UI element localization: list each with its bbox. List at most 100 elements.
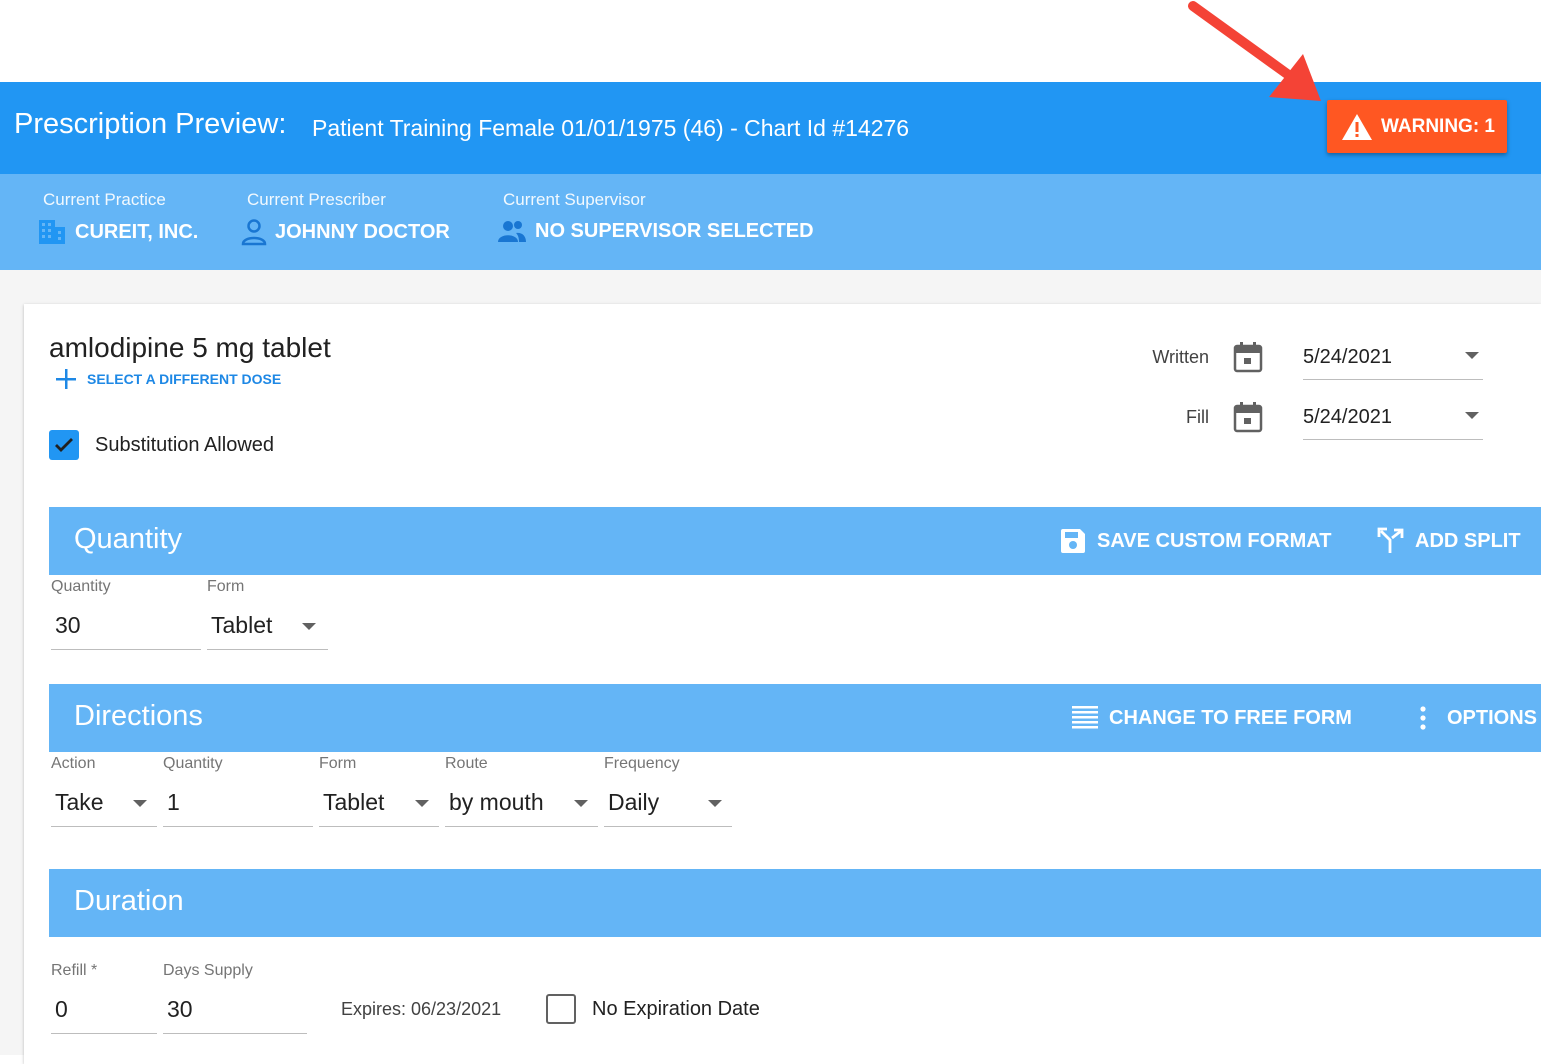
plus-icon bbox=[56, 369, 76, 389]
building-icon bbox=[39, 220, 65, 244]
days-supply-field[interactable]: Days Supply 30 bbox=[163, 962, 307, 1034]
supervisor-name: NO SUPERVISOR SELECTED bbox=[535, 219, 814, 242]
form-select-value: Tablet bbox=[211, 612, 273, 638]
practice-name: CUREIT, INC. bbox=[75, 220, 199, 243]
save-custom-format-label: SAVE CUSTOM FORMAT bbox=[1097, 529, 1332, 552]
written-date-row: Written 5/24/2021 bbox=[1119, 334, 1483, 380]
directions-form-select[interactable]: Tablet bbox=[319, 781, 439, 827]
days-supply-input[interactable]: 30 bbox=[163, 988, 307, 1034]
written-date-select[interactable]: 5/24/2021 bbox=[1303, 334, 1483, 380]
current-practice-label: Current Practice bbox=[43, 190, 166, 209]
select-different-dose-link[interactable]: SELECT A DIFFERENT DOSE bbox=[55, 368, 281, 390]
no-expiration-date[interactable]: No Expiration Date bbox=[546, 994, 760, 1024]
people-icon bbox=[498, 221, 526, 242]
fill-date-value: 5/24/2021 bbox=[1303, 406, 1392, 428]
chevron-down-icon bbox=[302, 623, 316, 630]
warning-label: WARNING: 1 bbox=[1381, 115, 1495, 137]
chevron-down-icon bbox=[1465, 352, 1479, 359]
directions-section-title: Directions bbox=[74, 700, 203, 732]
frequency-value: Daily bbox=[608, 789, 660, 815]
change-to-free-form-button[interactable]: CHANGE TO FREE FORM bbox=[1071, 684, 1352, 752]
form-field[interactable]: Form Tablet bbox=[207, 578, 328, 650]
written-label: Written bbox=[1152, 346, 1209, 367]
add-split-label: ADD SPLIT bbox=[1415, 529, 1521, 552]
fill-date-select[interactable]: 5/24/2021 bbox=[1303, 394, 1483, 440]
directions-form-label: Form bbox=[319, 755, 357, 772]
fill-date-row: Fill 5/24/2021 bbox=[1119, 394, 1483, 440]
chevron-down-icon bbox=[708, 800, 722, 807]
chevron-down-icon bbox=[415, 800, 429, 807]
refill-input[interactable]: 0 bbox=[51, 988, 157, 1034]
substitution-allowed[interactable]: Substitution Allowed bbox=[49, 430, 274, 460]
current-prescriber-value[interactable]: JOHNNY DOCTOR bbox=[241, 218, 450, 246]
select-different-dose-label: SELECT A DIFFERENT DOSE bbox=[87, 371, 282, 387]
split-icon bbox=[1377, 527, 1404, 553]
calendar-icon[interactable] bbox=[1233, 401, 1263, 433]
frequency-label: Frequency bbox=[604, 755, 680, 772]
check-icon bbox=[55, 438, 73, 452]
quantity-field[interactable]: Quantity 30 bbox=[51, 578, 201, 650]
chevron-down-icon bbox=[1465, 412, 1479, 419]
duration-section-title: Duration bbox=[74, 885, 184, 917]
quantity-section-title: Quantity bbox=[74, 523, 182, 555]
written-date-value: 5/24/2021 bbox=[1303, 346, 1392, 368]
current-practice: Current Practice CUREIT, INC. bbox=[39, 190, 198, 246]
action-select[interactable]: Take bbox=[51, 781, 157, 827]
form-field-label: Form bbox=[207, 578, 245, 595]
days-supply-label: Days Supply bbox=[163, 962, 253, 979]
current-supervisor: Current Supervisor NO SUPERVISOR SELECTE… bbox=[498, 190, 814, 244]
substitution-checkbox[interactable] bbox=[49, 430, 79, 460]
current-prescriber: Current Prescriber JOHNNY DOCTOR bbox=[241, 190, 450, 246]
warning-button[interactable]: WARNING: 1 bbox=[1327, 100, 1507, 153]
add-split-button[interactable]: ADD SPLIT bbox=[1377, 507, 1521, 575]
directions-form-value: Tablet bbox=[323, 789, 385, 815]
current-supervisor-label: Current Supervisor bbox=[503, 190, 646, 209]
calendar-icon[interactable] bbox=[1233, 341, 1263, 373]
options-button[interactable]: OPTIONS bbox=[1415, 684, 1537, 752]
frequency-select[interactable]: Daily bbox=[604, 781, 732, 827]
action-field[interactable]: Action Take bbox=[51, 755, 157, 827]
text-lines-icon bbox=[1072, 706, 1098, 729]
page-body: amlodipine 5 mg tablet SELECT A DIFFEREN… bbox=[0, 270, 1541, 1064]
directions-quantity-field[interactable]: Quantity 1 bbox=[163, 755, 313, 827]
directions-quantity-label: Quantity bbox=[163, 755, 223, 772]
change-to-free-form-label: CHANGE TO FREE FORM bbox=[1109, 706, 1352, 729]
current-supervisor-value[interactable]: NO SUPERVISOR SELECTED bbox=[497, 218, 814, 244]
current-prescriber-label: Current Prescriber bbox=[247, 190, 386, 209]
top-whitespace bbox=[0, 0, 1541, 82]
route-select[interactable]: by mouth bbox=[445, 781, 598, 827]
action-select-value: Take bbox=[55, 789, 104, 815]
route-label: Route bbox=[445, 755, 488, 772]
page-title: Prescription Preview: bbox=[14, 108, 287, 140]
chevron-down-icon bbox=[133, 800, 147, 807]
prescription-card: amlodipine 5 mg tablet SELECT A DIFFEREN… bbox=[24, 304, 1541, 1064]
refill-field[interactable]: Refill * 0 bbox=[51, 962, 157, 1034]
context-bar: Current Practice CUREIT, INC. Current Pr… bbox=[0, 174, 1541, 270]
directions-section-header: Directions CHANGE TO FREE FORM OPTIONS bbox=[49, 684, 1541, 752]
form-select[interactable]: Tablet bbox=[207, 604, 328, 650]
directions-form-field[interactable]: Form Tablet bbox=[319, 755, 439, 827]
frequency-field[interactable]: Frequency Daily bbox=[604, 755, 732, 827]
no-expiration-label: No Expiration Date bbox=[592, 997, 760, 1020]
current-practice-value[interactable]: CUREIT, INC. bbox=[37, 218, 198, 246]
route-value: by mouth bbox=[449, 789, 544, 815]
person-icon bbox=[241, 219, 267, 246]
patient-info: Patient Training Female 01/01/1975 (46) … bbox=[312, 115, 910, 141]
prescriber-name: JOHNNY DOCTOR bbox=[275, 220, 450, 243]
no-expiration-checkbox[interactable] bbox=[546, 994, 576, 1024]
action-field-label: Action bbox=[51, 755, 96, 772]
directions-quantity-input[interactable]: 1 bbox=[163, 781, 313, 827]
quantity-field-label: Quantity bbox=[51, 578, 111, 595]
save-icon bbox=[1061, 529, 1085, 553]
save-custom-format-button[interactable]: SAVE CUSTOM FORMAT bbox=[1059, 507, 1331, 575]
quantity-section-header: Quantity SAVE CUSTOM FORMAT ADD SPLIT bbox=[49, 507, 1541, 575]
drug-name: amlodipine 5 mg tablet bbox=[49, 332, 331, 363]
options-label: OPTIONS bbox=[1447, 706, 1538, 729]
fill-label: Fill bbox=[1186, 406, 1209, 427]
quantity-input[interactable]: 30 bbox=[51, 604, 201, 650]
more-vert-icon bbox=[1420, 706, 1426, 730]
expires-text: Expires: 06/23/2021 bbox=[341, 999, 502, 1019]
duration-section-header: Duration bbox=[49, 869, 1541, 937]
route-field[interactable]: Route by mouth bbox=[445, 755, 598, 827]
chevron-down-icon bbox=[574, 800, 588, 807]
